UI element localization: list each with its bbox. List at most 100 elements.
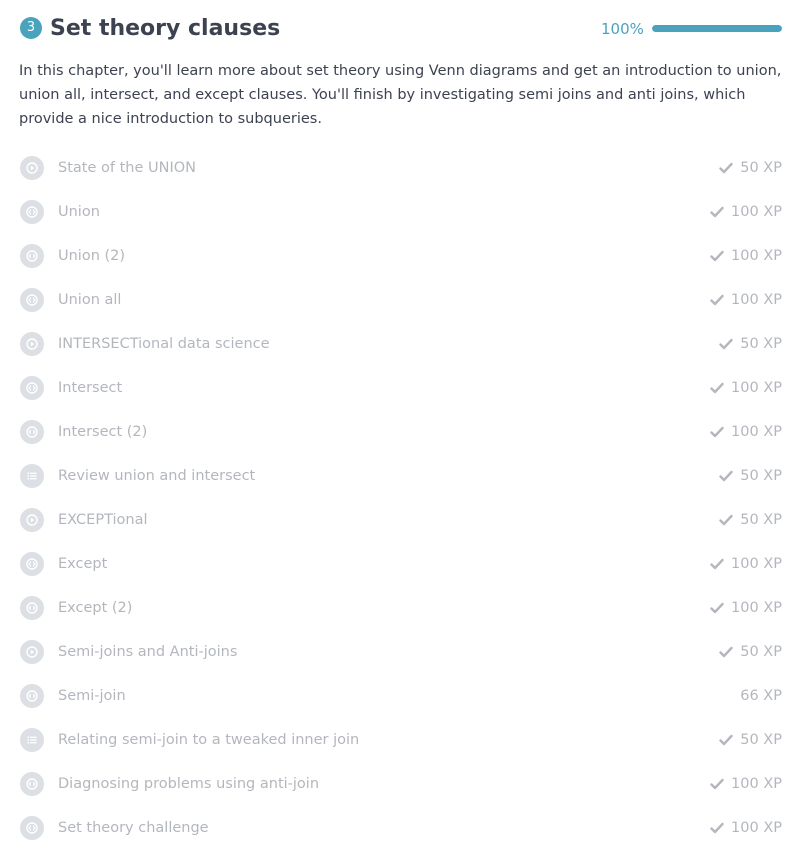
- code-icon: [20, 376, 44, 400]
- lesson-list: State of the UNION 50 XP Union 100 XP Union …: [19, 146, 782, 850]
- code-icon: [20, 772, 44, 796]
- lesson-item[interactable]: INTERSECTional data science 50 XP: [19, 322, 782, 366]
- lesson-xp: 66 XP: [740, 674, 782, 718]
- lesson-xp: 100 XP: [710, 234, 782, 278]
- lesson-title[interactable]: Review union and intersect: [58, 454, 255, 498]
- progress-bar: [652, 25, 782, 32]
- progress-percent: 100%: [601, 20, 644, 38]
- play-icon: [20, 156, 44, 180]
- xp-value: 100 XP: [731, 820, 782, 836]
- lesson-item[interactable]: Relating semi-join to a tweaked inner jo…: [19, 718, 782, 762]
- lesson-xp: 100 XP: [710, 542, 782, 586]
- lesson-item[interactable]: Union all 100 XP: [19, 278, 782, 322]
- lesson-xp: 100 XP: [710, 278, 782, 322]
- lesson-title[interactable]: INTERSECTional data science: [58, 322, 270, 366]
- lesson-item[interactable]: Except (2) 100 XP: [19, 586, 782, 630]
- lesson-title[interactable]: Union (2): [58, 234, 125, 278]
- chapter-description: In this chapter, you'll learn more about…: [19, 63, 782, 127]
- checkmark-icon: [710, 822, 724, 834]
- chapter-header: 3 Set theory clauses 100%: [19, 14, 782, 46]
- lesson-title[interactable]: Diagnosing problems using anti-join: [58, 762, 319, 806]
- xp-value: 100 XP: [731, 776, 782, 792]
- checkmark-icon: [710, 206, 724, 218]
- xp-value: 100 XP: [731, 380, 782, 396]
- xp-value: 50 XP: [740, 644, 782, 660]
- lesson-item[interactable]: Set theory challenge 100 XP: [19, 806, 782, 850]
- checkmark-icon: [710, 250, 724, 262]
- lesson-xp: 50 XP: [719, 498, 782, 542]
- checkmark-icon: [710, 602, 724, 614]
- xp-value: 66 XP: [740, 688, 782, 704]
- lesson-title[interactable]: Union all: [58, 278, 121, 322]
- lesson-xp: 100 XP: [710, 410, 782, 454]
- code-icon: [20, 684, 44, 708]
- lesson-title[interactable]: Union: [58, 190, 100, 234]
- lesson-xp: 100 XP: [710, 762, 782, 806]
- checkmark-icon: [710, 294, 724, 306]
- xp-value: 100 XP: [731, 292, 782, 308]
- checkmark-icon: [719, 514, 733, 526]
- code-icon: [20, 420, 44, 444]
- xp-value: 100 XP: [731, 248, 782, 264]
- lesson-item[interactable]: Semi-join 66 XP: [19, 674, 782, 718]
- lesson-item[interactable]: Review union and intersect 50 XP: [19, 454, 782, 498]
- lesson-title[interactable]: Intersect (2): [58, 410, 147, 454]
- lesson-xp: 100 XP: [710, 366, 782, 410]
- checkmark-icon: [719, 162, 733, 174]
- lesson-item[interactable]: EXCEPTional 50 XP: [19, 498, 782, 542]
- checkmark-icon: [710, 382, 724, 394]
- lesson-xp: 100 XP: [710, 190, 782, 234]
- chapter-number-badge: 3: [20, 17, 42, 39]
- code-icon: [20, 244, 44, 268]
- play-icon: [20, 640, 44, 664]
- checkmark-icon: [719, 646, 733, 658]
- xp-value: 50 XP: [740, 512, 782, 528]
- xp-value: 100 XP: [731, 424, 782, 440]
- lesson-title[interactable]: Semi-join: [58, 674, 126, 718]
- checkmark-icon: [710, 426, 724, 438]
- lesson-xp: 50 XP: [719, 146, 782, 190]
- lesson-item[interactable]: Union (2) 100 XP: [19, 234, 782, 278]
- xp-value: 50 XP: [740, 336, 782, 352]
- lesson-item[interactable]: Except 100 XP: [19, 542, 782, 586]
- code-icon: [20, 596, 44, 620]
- lesson-item[interactable]: Semi-joins and Anti-joins 50 XP: [19, 630, 782, 674]
- play-icon: [20, 332, 44, 356]
- xp-value: 100 XP: [731, 556, 782, 572]
- checkmark-icon: [719, 470, 733, 482]
- lesson-item[interactable]: Union 100 XP: [19, 190, 782, 234]
- checkmark-icon: [710, 778, 724, 790]
- lesson-item[interactable]: Intersect (2) 100 XP: [19, 410, 782, 454]
- lesson-title[interactable]: Except: [58, 542, 107, 586]
- xp-value: 50 XP: [740, 732, 782, 748]
- checkmark-icon: [719, 338, 733, 350]
- lesson-title[interactable]: State of the UNION: [58, 146, 196, 190]
- code-icon: [20, 200, 44, 224]
- list-icon: [20, 464, 44, 488]
- lesson-item[interactable]: Intersect 100 XP: [19, 366, 782, 410]
- code-icon: [20, 552, 44, 576]
- lesson-xp: 100 XP: [710, 806, 782, 850]
- xp-value: 100 XP: [731, 204, 782, 220]
- xp-value: 100 XP: [731, 600, 782, 616]
- lesson-item[interactable]: Diagnosing problems using anti-join 100 X…: [19, 762, 782, 806]
- lesson-item[interactable]: State of the UNION 50 XP: [19, 146, 782, 190]
- xp-value: 50 XP: [740, 160, 782, 176]
- lesson-title[interactable]: Set theory challenge: [58, 806, 209, 850]
- chapter-title[interactable]: Set theory clauses: [50, 14, 280, 44]
- code-icon: [20, 288, 44, 312]
- progress-bar-fill: [652, 25, 782, 32]
- code-icon: [20, 816, 44, 840]
- checkmark-icon: [710, 558, 724, 570]
- lesson-title[interactable]: Relating semi-join to a tweaked inner jo…: [58, 718, 359, 762]
- lesson-title[interactable]: Except (2): [58, 586, 132, 630]
- list-icon: [20, 728, 44, 752]
- lesson-title[interactable]: EXCEPTional: [58, 498, 148, 542]
- play-icon: [20, 508, 44, 532]
- lesson-xp: 50 XP: [719, 718, 782, 762]
- lesson-title[interactable]: Intersect: [58, 366, 122, 410]
- xp-value: 50 XP: [740, 468, 782, 484]
- checkmark-icon: [719, 734, 733, 746]
- lesson-xp: 100 XP: [710, 586, 782, 630]
- lesson-title[interactable]: Semi-joins and Anti-joins: [58, 630, 237, 674]
